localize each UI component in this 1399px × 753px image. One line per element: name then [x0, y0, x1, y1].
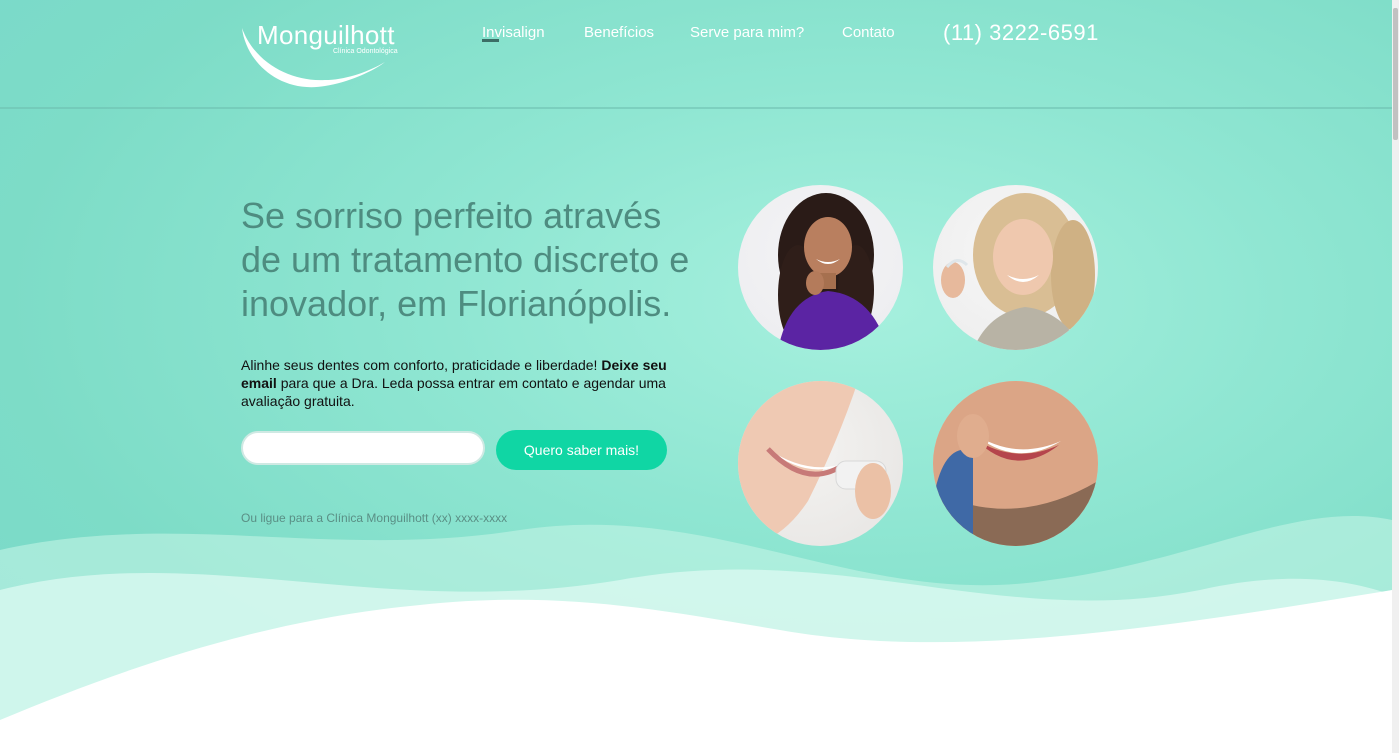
nav-active-indicator [482, 39, 499, 42]
header-phone[interactable]: (11) 3222-6591 [943, 20, 1099, 46]
photo-woman-blonde [933, 185, 1098, 350]
clinic-logo[interactable]: Monguilhott Clínica Odontológica [240, 18, 410, 90]
scrollbar-thumb[interactable] [1393, 8, 1398, 140]
hero-headline: Se sorriso perfeito através de um tratam… [241, 195, 690, 325]
subtext-part-2: para que a Dra. Leda possa entrar em con… [241, 375, 666, 409]
hero-subtext: Alinhe seus dentes com conforto, pratici… [241, 356, 701, 410]
logo-subtitle: Clínica Odontológica [333, 48, 398, 55]
nav-item-contato[interactable]: Contato [842, 24, 895, 41]
nav-item-beneficios[interactable]: Benefícios [584, 24, 654, 41]
subtext-part-1: Alinhe seus dentes com conforto, pratici… [241, 357, 602, 373]
hero-section: Monguilhott Clínica Odontológica Invisal… [0, 0, 1392, 753]
nav-item-serve-para-mim[interactable]: Serve para mim? [690, 24, 804, 41]
site-header: Monguilhott Clínica Odontológica Invisal… [0, 0, 1392, 109]
page-scrollbar[interactable] [1392, 0, 1399, 753]
photo-woman-curly-hair [738, 185, 903, 350]
cta-button[interactable]: Quero saber mais! [496, 430, 667, 470]
decorative-waves [0, 515, 1392, 753]
logo-name: Monguilhott [257, 20, 395, 50]
email-input[interactable] [241, 431, 485, 465]
